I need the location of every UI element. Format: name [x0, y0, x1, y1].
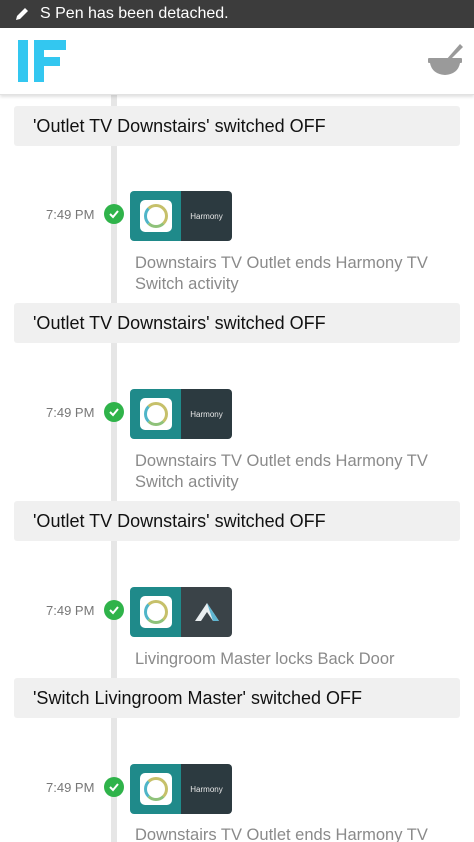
success-check-icon: [104, 402, 124, 422]
pen-icon: [16, 8, 28, 20]
entry-description: Downstairs TV Outlet ends Harmony TV: [135, 826, 428, 842]
success-check-icon: [104, 600, 124, 620]
entry-time: 7:49 PM: [46, 603, 95, 618]
event-banner: 'Switch Livingroom Master' switched OFF: [14, 678, 460, 718]
success-check-icon: [104, 204, 124, 224]
action-service-label: Harmony: [190, 784, 223, 794]
recipe-card[interactable]: Harmony: [130, 389, 232, 439]
recipe-card[interactable]: Harmony: [130, 191, 232, 241]
entry-description: Downstairs TV Outlet ends Harmony TV Swi…: [135, 452, 428, 491]
entry-time: 7:49 PM: [46, 405, 95, 420]
smartthings-logo-icon: [130, 587, 181, 637]
entry-description: Downstairs TV Outlet ends Harmony TV Swi…: [135, 254, 428, 293]
smartthings-logo-icon: [130, 764, 181, 814]
success-check-icon: [104, 777, 124, 797]
action-service-label: Harmony: [190, 211, 223, 221]
harmony-logo-icon: Harmony: [181, 764, 232, 814]
recipe-log-feed[interactable]: 'Outlet TV Downstairs' switched OFF 7:49…: [0, 94, 474, 842]
event-banner: 'Outlet TV Downstairs' switched OFF: [14, 501, 460, 541]
harmony-logo-icon: Harmony: [181, 389, 232, 439]
smartthings-logo-icon: [130, 389, 181, 439]
lockitron-logo-icon: [181, 587, 232, 637]
ifttt-logo[interactable]: [18, 40, 68, 82]
recipe-card[interactable]: Harmony: [130, 764, 232, 814]
action-service-label: Harmony: [190, 409, 223, 419]
harmony-logo-icon: Harmony: [181, 191, 232, 241]
mortar-pestle-icon[interactable]: [426, 42, 464, 78]
status-bar: S Pen has been detached.: [0, 0, 474, 28]
app-bar: [0, 28, 474, 95]
entry-time: 7:49 PM: [46, 780, 95, 795]
entry-time: 7:49 PM: [46, 207, 95, 222]
smartthings-logo-icon: [130, 191, 181, 241]
recipe-card[interactable]: [130, 587, 232, 637]
event-banner: 'Outlet TV Downstairs' switched OFF: [14, 303, 460, 343]
entry-description: Livingroom Master locks Back Door: [135, 650, 395, 668]
status-bar-text: S Pen has been detached.: [40, 5, 229, 22]
event-banner: 'Outlet TV Downstairs' switched OFF: [14, 106, 460, 146]
